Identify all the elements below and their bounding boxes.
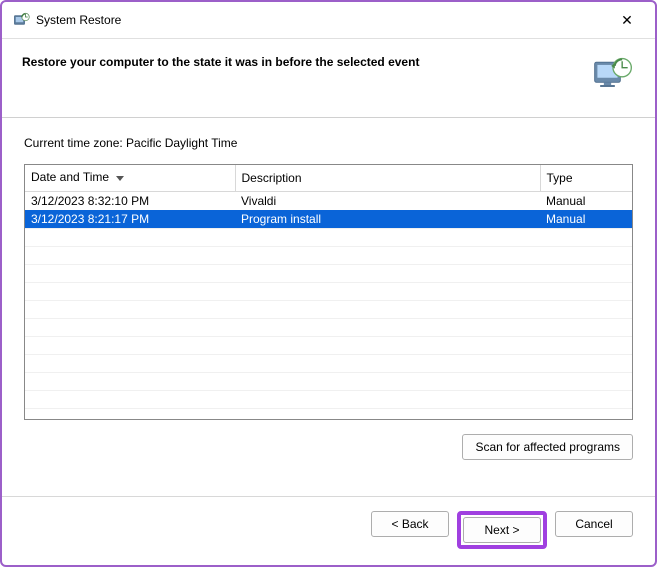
column-header-date[interactable]: Date and Time bbox=[25, 165, 235, 191]
table-row-empty bbox=[25, 318, 632, 336]
table-row[interactable]: 3/12/2023 8:32:10 PMVivaldiManual bbox=[25, 191, 632, 210]
table-row-empty bbox=[25, 372, 632, 390]
cell-desc: Program install bbox=[235, 210, 540, 229]
footer-buttons: < Back Next > Cancel bbox=[2, 497, 655, 565]
table-row-empty bbox=[25, 228, 632, 246]
header-heading: Restore your computer to the state it wa… bbox=[22, 53, 591, 69]
content-area: Current time zone: Pacific Daylight Time… bbox=[2, 118, 655, 486]
table-row-empty bbox=[25, 282, 632, 300]
cell-desc: Vivaldi bbox=[235, 191, 540, 210]
column-label: Description bbox=[242, 171, 302, 185]
table-row-empty bbox=[25, 300, 632, 318]
table-row-empty bbox=[25, 336, 632, 354]
system-restore-icon bbox=[12, 11, 30, 29]
table-row-empty bbox=[25, 264, 632, 282]
close-button[interactable]: ✕ bbox=[609, 8, 645, 32]
table-row-empty bbox=[25, 408, 632, 420]
cancel-button[interactable]: Cancel bbox=[555, 511, 633, 537]
window-title: System Restore bbox=[36, 13, 609, 27]
table-row[interactable]: 3/12/2023 8:21:17 PMProgram installManua… bbox=[25, 210, 632, 229]
restore-points-table: Date and Time Description Type 3/12/2023… bbox=[24, 164, 633, 420]
titlebar: System Restore ✕ bbox=[2, 2, 655, 39]
sort-descending-icon bbox=[116, 171, 124, 185]
table-row-empty bbox=[25, 246, 632, 264]
cell-date: 3/12/2023 8:21:17 PM bbox=[25, 210, 235, 229]
back-button[interactable]: < Back bbox=[371, 511, 449, 537]
header-banner: Restore your computer to the state it wa… bbox=[2, 39, 655, 117]
next-button[interactable]: Next > bbox=[463, 517, 541, 543]
next-button-highlight: Next > bbox=[457, 511, 547, 549]
column-header-type[interactable]: Type bbox=[540, 165, 632, 191]
cell-type: Manual bbox=[540, 191, 632, 210]
cell-type: Manual bbox=[540, 210, 632, 229]
column-label: Type bbox=[547, 171, 573, 185]
cell-date: 3/12/2023 8:32:10 PM bbox=[25, 191, 235, 210]
column-header-description[interactable]: Description bbox=[235, 165, 540, 191]
timezone-label: Current time zone: Pacific Daylight Time bbox=[24, 136, 633, 150]
column-label: Date and Time bbox=[31, 170, 109, 184]
table-row-empty bbox=[25, 354, 632, 372]
scan-affected-programs-button[interactable]: Scan for affected programs bbox=[462, 434, 633, 460]
restore-monitor-icon bbox=[591, 53, 635, 97]
table-row-empty bbox=[25, 390, 632, 408]
